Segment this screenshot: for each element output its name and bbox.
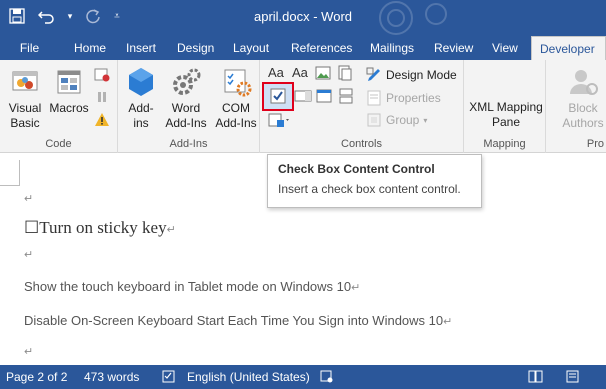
- tab-home[interactable]: Home: [66, 36, 114, 60]
- block-authors-label-2: Authors: [562, 116, 604, 130]
- record-macro-icon[interactable]: [94, 67, 110, 86]
- addins-button[interactable]: Add- ins: [124, 66, 158, 131]
- ribbon-tabs: File Home Insert Design Layout Reference…: [0, 36, 606, 60]
- status-bar: Page 2 of 2 473 words English (United St…: [0, 365, 606, 389]
- block-authors-button[interactable]: Block Authors: [560, 66, 606, 131]
- check-box-content-control-button[interactable]: [262, 82, 294, 111]
- paragraph-mark: ↵: [166, 224, 176, 236]
- visual-basic-label-1: Visual: [8, 101, 42, 115]
- paragraph-mark: ↵: [24, 249, 34, 261]
- block-authors-label-1: Block: [568, 101, 598, 115]
- title-bar: ▾ ⩡ april.docx - Word: [0, 0, 606, 36]
- picture-control-icon[interactable]: [315, 65, 331, 84]
- word-addins-label-1: Word: [171, 101, 201, 115]
- repeating-section-icon[interactable]: [338, 88, 354, 107]
- tab-layout[interactable]: Layout: [225, 36, 277, 60]
- xml-mapping-pane-button[interactable]: XML Mapping Pane: [466, 100, 546, 130]
- group-mapping: XML Mapping Pane Mapping: [464, 60, 546, 153]
- paragraph-mark: ↵: [24, 193, 34, 205]
- pause-recording-icon[interactable]: [96, 90, 108, 107]
- word-count[interactable]: 473 words: [84, 370, 139, 384]
- com-addins-label-1: COM: [222, 101, 250, 115]
- properties-icon: [367, 90, 381, 106]
- word-addins-button[interactable]: Word Add-Ins: [162, 66, 210, 131]
- addins-icon: [125, 66, 157, 98]
- combo-box-icon[interactable]: [294, 88, 312, 107]
- visual-basic-icon: [9, 66, 41, 98]
- tooltip-title: Check Box Content Control: [278, 162, 435, 176]
- group-label-protect: Pro: [586, 138, 604, 150]
- group-button[interactable]: Group ▾: [366, 112, 427, 128]
- xml-mapping-label-1: XML Mapping: [469, 100, 543, 114]
- visual-basic-button[interactable]: Visual Basic: [4, 66, 46, 131]
- design-mode-label: Design Mode: [386, 68, 457, 82]
- legacy-tools-icon[interactable]: [268, 112, 292, 131]
- line-text: Show the touch keyboard in Tablet mode o…: [24, 279, 352, 294]
- com-addins-button[interactable]: COM Add-Ins: [212, 66, 260, 131]
- block-authors-icon: [567, 66, 599, 98]
- tab-references[interactable]: References: [283, 36, 360, 60]
- language-indicator[interactable]: English (United States): [187, 370, 310, 384]
- group-protect: Block Authors Pro: [546, 60, 606, 153]
- plain-text-control-icon[interactable]: Aa: [292, 65, 308, 80]
- macros-label: Macros: [49, 101, 89, 115]
- addins-label-1: Add-: [128, 101, 154, 115]
- document-line[interactable]: Disable On-Screen Keyboard Start Each Ti…: [24, 313, 452, 328]
- paragraph-mark: ↵: [443, 316, 453, 328]
- group-label: Group: [386, 113, 420, 127]
- tab-insert[interactable]: Insert: [118, 36, 164, 60]
- properties-label: Properties: [386, 91, 441, 105]
- design-mode-icon: [366, 67, 380, 81]
- group-label-code: Code: [45, 138, 72, 150]
- page-margin-marker: [0, 160, 20, 186]
- gear-icon: [170, 66, 202, 98]
- group-addins: Add- ins Word Add-Ins COM Add-Ins Add-In…: [118, 60, 260, 153]
- chevron-down-icon: ▾: [423, 115, 428, 125]
- group-icon: [367, 113, 381, 127]
- tab-review[interactable]: Review: [426, 36, 481, 60]
- window-title: april.docx - Word: [253, 9, 352, 24]
- macro-record-status-icon[interactable]: [320, 370, 334, 386]
- group-label-mapping: Mapping: [483, 138, 526, 150]
- checkbox-line-text: ☐Turn on sticky key: [24, 218, 167, 237]
- tab-developer[interactable]: Developer: [531, 36, 606, 60]
- tab-view[interactable]: View: [484, 36, 526, 60]
- design-mode-button[interactable]: Design Mode: [366, 67, 457, 83]
- check-box-icon: [270, 88, 286, 104]
- print-layout-icon[interactable]: [566, 370, 579, 386]
- tooltip: Check Box Content Control Insert a check…: [267, 154, 482, 208]
- page-indicator[interactable]: Page 2 of 2: [6, 370, 67, 384]
- macros-button[interactable]: Macros: [48, 66, 90, 116]
- document-line[interactable]: Show the touch keyboard in Tablet mode o…: [24, 279, 360, 294]
- tab-design[interactable]: Design: [169, 36, 222, 60]
- group-label-controls: Controls: [341, 138, 382, 150]
- checkbox-line[interactable]: ☐Turn on sticky key↵: [24, 218, 176, 238]
- date-picker-icon[interactable]: [316, 88, 332, 107]
- word-addins-label-2: Add-Ins: [165, 116, 207, 130]
- macros-icon: [53, 66, 85, 98]
- com-addins-label-2: Add-Ins: [215, 116, 257, 130]
- tab-file[interactable]: File: [0, 36, 59, 60]
- macro-security-icon[interactable]: [94, 112, 110, 131]
- paragraph-mark: ↵: [24, 346, 34, 358]
- com-addins-icon: [220, 66, 252, 98]
- tooltip-body: Insert a check box content control.: [278, 182, 461, 196]
- properties-button[interactable]: Properties: [366, 90, 441, 106]
- ribbon: Visual Basic Macros Code Add- ins Word A…: [0, 60, 606, 153]
- read-mode-icon[interactable]: [528, 370, 543, 386]
- group-label-addins: Add-Ins: [169, 138, 208, 150]
- proofing-icon[interactable]: [162, 370, 176, 386]
- tab-mailings[interactable]: Mailings: [362, 36, 422, 60]
- group-code: Visual Basic Macros Code: [0, 60, 118, 153]
- line-text: Disable On-Screen Keyboard Start Each Ti…: [24, 313, 444, 328]
- addins-label-2: ins: [133, 116, 149, 130]
- rich-text-control-icon[interactable]: Aa: [268, 65, 284, 80]
- building-block-icon[interactable]: [337, 65, 353, 84]
- xml-mapping-label-2: Pane: [491, 115, 521, 129]
- visual-basic-label-2: Basic: [10, 116, 40, 130]
- paragraph-mark: ↵: [351, 282, 361, 294]
